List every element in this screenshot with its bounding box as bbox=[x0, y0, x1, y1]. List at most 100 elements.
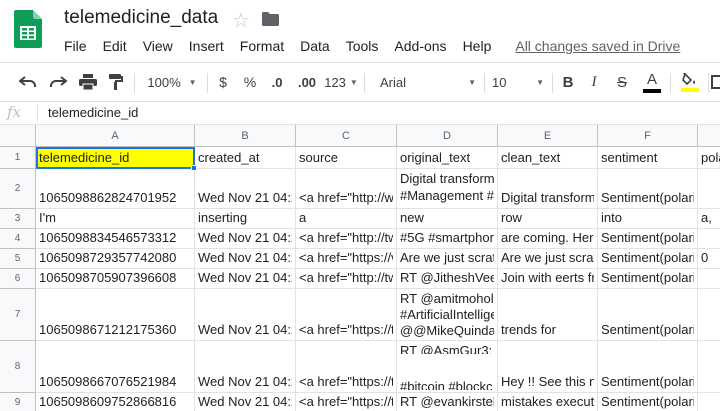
cell-c7[interactable]: <a href="https://t bbox=[296, 289, 397, 341]
cell-d9[interactable]: RT @evankirstel bbox=[397, 393, 498, 411]
cell-b4[interactable]: Wed Nov 21 04:2 bbox=[195, 229, 296, 249]
fill-handle[interactable] bbox=[191, 165, 197, 171]
cell-g7[interactable] bbox=[698, 289, 720, 341]
cell-d6[interactable]: RT @JitheshVee bbox=[397, 269, 498, 289]
font-select[interactable]: Arial ▼ bbox=[376, 63, 480, 101]
cell-c3[interactable]: a bbox=[296, 209, 397, 229]
cell-a4[interactable]: 1065098834546573312 bbox=[36, 229, 195, 249]
row-header-6[interactable]: 6 bbox=[0, 269, 36, 289]
decrease-decimal-button[interactable]: .0 bbox=[264, 63, 290, 101]
italic-button[interactable]: I bbox=[582, 63, 606, 101]
cell-d3[interactable]: new bbox=[397, 209, 498, 229]
menu-edit[interactable]: Edit bbox=[95, 36, 135, 56]
formula-input[interactable]: telemedicine_id bbox=[48, 105, 138, 120]
print-icon[interactable] bbox=[74, 63, 102, 101]
select-all-corner[interactable] bbox=[0, 125, 36, 147]
percent-format-button[interactable]: % bbox=[238, 63, 262, 101]
cell-g8[interactable] bbox=[698, 341, 720, 393]
cell-b2[interactable]: Wed Nov 21 04:2 bbox=[195, 169, 296, 209]
cell-e3[interactable]: row bbox=[498, 209, 598, 229]
more-formats-select[interactable]: 123 ▼ bbox=[322, 63, 360, 101]
cell-d8[interactable]: RT @AsmGur3: #bitcoin #blockc bbox=[397, 341, 498, 393]
row-header-1[interactable]: 1 bbox=[0, 147, 36, 169]
sheets-logo-icon[interactable] bbox=[14, 10, 42, 48]
cell-d2[interactable]: Digital transforma #Management #I bbox=[397, 169, 498, 209]
cell-d4[interactable]: #5G #smartphon bbox=[397, 229, 498, 249]
cell-a7[interactable]: 1065098671212175360 bbox=[36, 289, 195, 341]
cell-c6[interactable]: <a href="http://tw bbox=[296, 269, 397, 289]
menu-help[interactable]: Help bbox=[455, 36, 500, 56]
column-header-g[interactable]: G bbox=[698, 125, 720, 147]
cell-a1[interactable]: telemedicine_id bbox=[36, 147, 195, 169]
cell-a3[interactable]: I'm bbox=[36, 209, 195, 229]
cell-a2[interactable]: 1065098862824701952 bbox=[36, 169, 195, 209]
cell-e1[interactable]: clean_text bbox=[498, 147, 598, 169]
cell-g6[interactable] bbox=[698, 269, 720, 289]
cell-f7[interactable]: Sentiment(polari bbox=[598, 289, 698, 341]
increase-decimal-button[interactable]: .00 bbox=[292, 63, 322, 101]
cell-d5[interactable]: Are we just scrat bbox=[397, 249, 498, 269]
cell-c9[interactable]: <a href="https://t bbox=[296, 393, 397, 411]
cell-a6[interactable]: 1065098705907396608 bbox=[36, 269, 195, 289]
strikethrough-button[interactable]: S bbox=[610, 63, 634, 101]
cell-g4[interactable] bbox=[698, 229, 720, 249]
undo-icon[interactable] bbox=[14, 63, 42, 101]
cell-f8[interactable]: Sentiment(polari bbox=[598, 341, 698, 393]
zoom-select[interactable]: 100% ▼ bbox=[142, 63, 202, 101]
cell-b7[interactable]: Wed Nov 21 04:2 bbox=[195, 289, 296, 341]
cell-f9[interactable]: Sentiment(polari bbox=[598, 393, 698, 411]
row-header-7[interactable]: 7 bbox=[0, 289, 36, 341]
cell-a9[interactable]: 1065098609752866816 bbox=[36, 393, 195, 411]
column-header-d[interactable]: D bbox=[397, 125, 498, 147]
star-icon[interactable]: ☆ bbox=[232, 8, 250, 33]
cell-f4[interactable]: Sentiment(polari bbox=[598, 229, 698, 249]
cell-f6[interactable]: Sentiment(polari bbox=[598, 269, 698, 289]
cell-e6[interactable]: Join with eerts fr bbox=[498, 269, 598, 289]
cell-e9[interactable]: mistakes executi bbox=[498, 393, 598, 411]
cell-e7[interactable]: trends for bbox=[498, 289, 598, 341]
cell-e4[interactable]: are coming. Here bbox=[498, 229, 598, 249]
bold-button[interactable]: B bbox=[556, 63, 580, 101]
cell-g2[interactable] bbox=[698, 169, 720, 209]
cell-a8[interactable]: 1065098667076521984 bbox=[36, 341, 195, 393]
row-header-9[interactable]: 9 bbox=[0, 393, 36, 411]
font-size-select[interactable]: 10 ▼ bbox=[488, 63, 548, 101]
column-header-a[interactable]: A bbox=[36, 125, 195, 147]
cell-d7[interactable]: RT @amitmohol0 #ArtificialIntellige @@Mike… bbox=[397, 289, 498, 341]
cell-b3[interactable]: inserting bbox=[195, 209, 296, 229]
paint-format-icon[interactable] bbox=[102, 63, 130, 101]
cell-g9[interactable] bbox=[698, 393, 720, 411]
cell-a5[interactable]: 1065098729357742080 bbox=[36, 249, 195, 269]
document-title[interactable]: telemedicine_data bbox=[64, 7, 218, 29]
cell-f3[interactable]: into bbox=[598, 209, 698, 229]
cell-d1[interactable]: original_text bbox=[397, 147, 498, 169]
cell-e5[interactable]: Are we just scrat bbox=[498, 249, 598, 269]
column-header-f[interactable]: F bbox=[598, 125, 698, 147]
menu-add-ons[interactable]: Add-ons bbox=[386, 36, 454, 56]
cell-b6[interactable]: Wed Nov 21 04:2 bbox=[195, 269, 296, 289]
cell-b1[interactable]: created_at bbox=[195, 147, 296, 169]
cell-b5[interactable]: Wed Nov 21 04:2 bbox=[195, 249, 296, 269]
cell-g5[interactable]: 0 bbox=[698, 249, 720, 269]
column-header-e[interactable]: E bbox=[498, 125, 598, 147]
folder-icon[interactable] bbox=[262, 12, 279, 26]
text-color-button[interactable]: A bbox=[640, 63, 664, 101]
row-header-3[interactable]: 3 bbox=[0, 209, 36, 229]
fill-color-button[interactable] bbox=[676, 63, 704, 101]
column-header-c[interactable]: C bbox=[296, 125, 397, 147]
row-header-4[interactable]: 4 bbox=[0, 229, 36, 249]
cell-f5[interactable]: Sentiment(polari bbox=[598, 249, 698, 269]
cell-e8[interactable]: Hey !! See this n bbox=[498, 341, 598, 393]
save-status-link[interactable]: All changes saved in Drive bbox=[507, 36, 688, 56]
row-header-5[interactable]: 5 bbox=[0, 249, 36, 269]
menu-tools[interactable]: Tools bbox=[338, 36, 387, 56]
cell-g3[interactable]: a, bbox=[698, 209, 720, 229]
menu-file[interactable]: File bbox=[56, 36, 95, 56]
redo-icon[interactable] bbox=[44, 63, 72, 101]
borders-icon[interactable] bbox=[710, 63, 720, 101]
cell-b8[interactable]: Wed Nov 21 04:2 bbox=[195, 341, 296, 393]
cell-b9[interactable]: Wed Nov 21 04:2 bbox=[195, 393, 296, 411]
cell-f2[interactable]: Sentiment(polari bbox=[598, 169, 698, 209]
row-header-8[interactable]: 8 bbox=[0, 341, 36, 393]
cell-c2[interactable]: <a href="http://w bbox=[296, 169, 397, 209]
